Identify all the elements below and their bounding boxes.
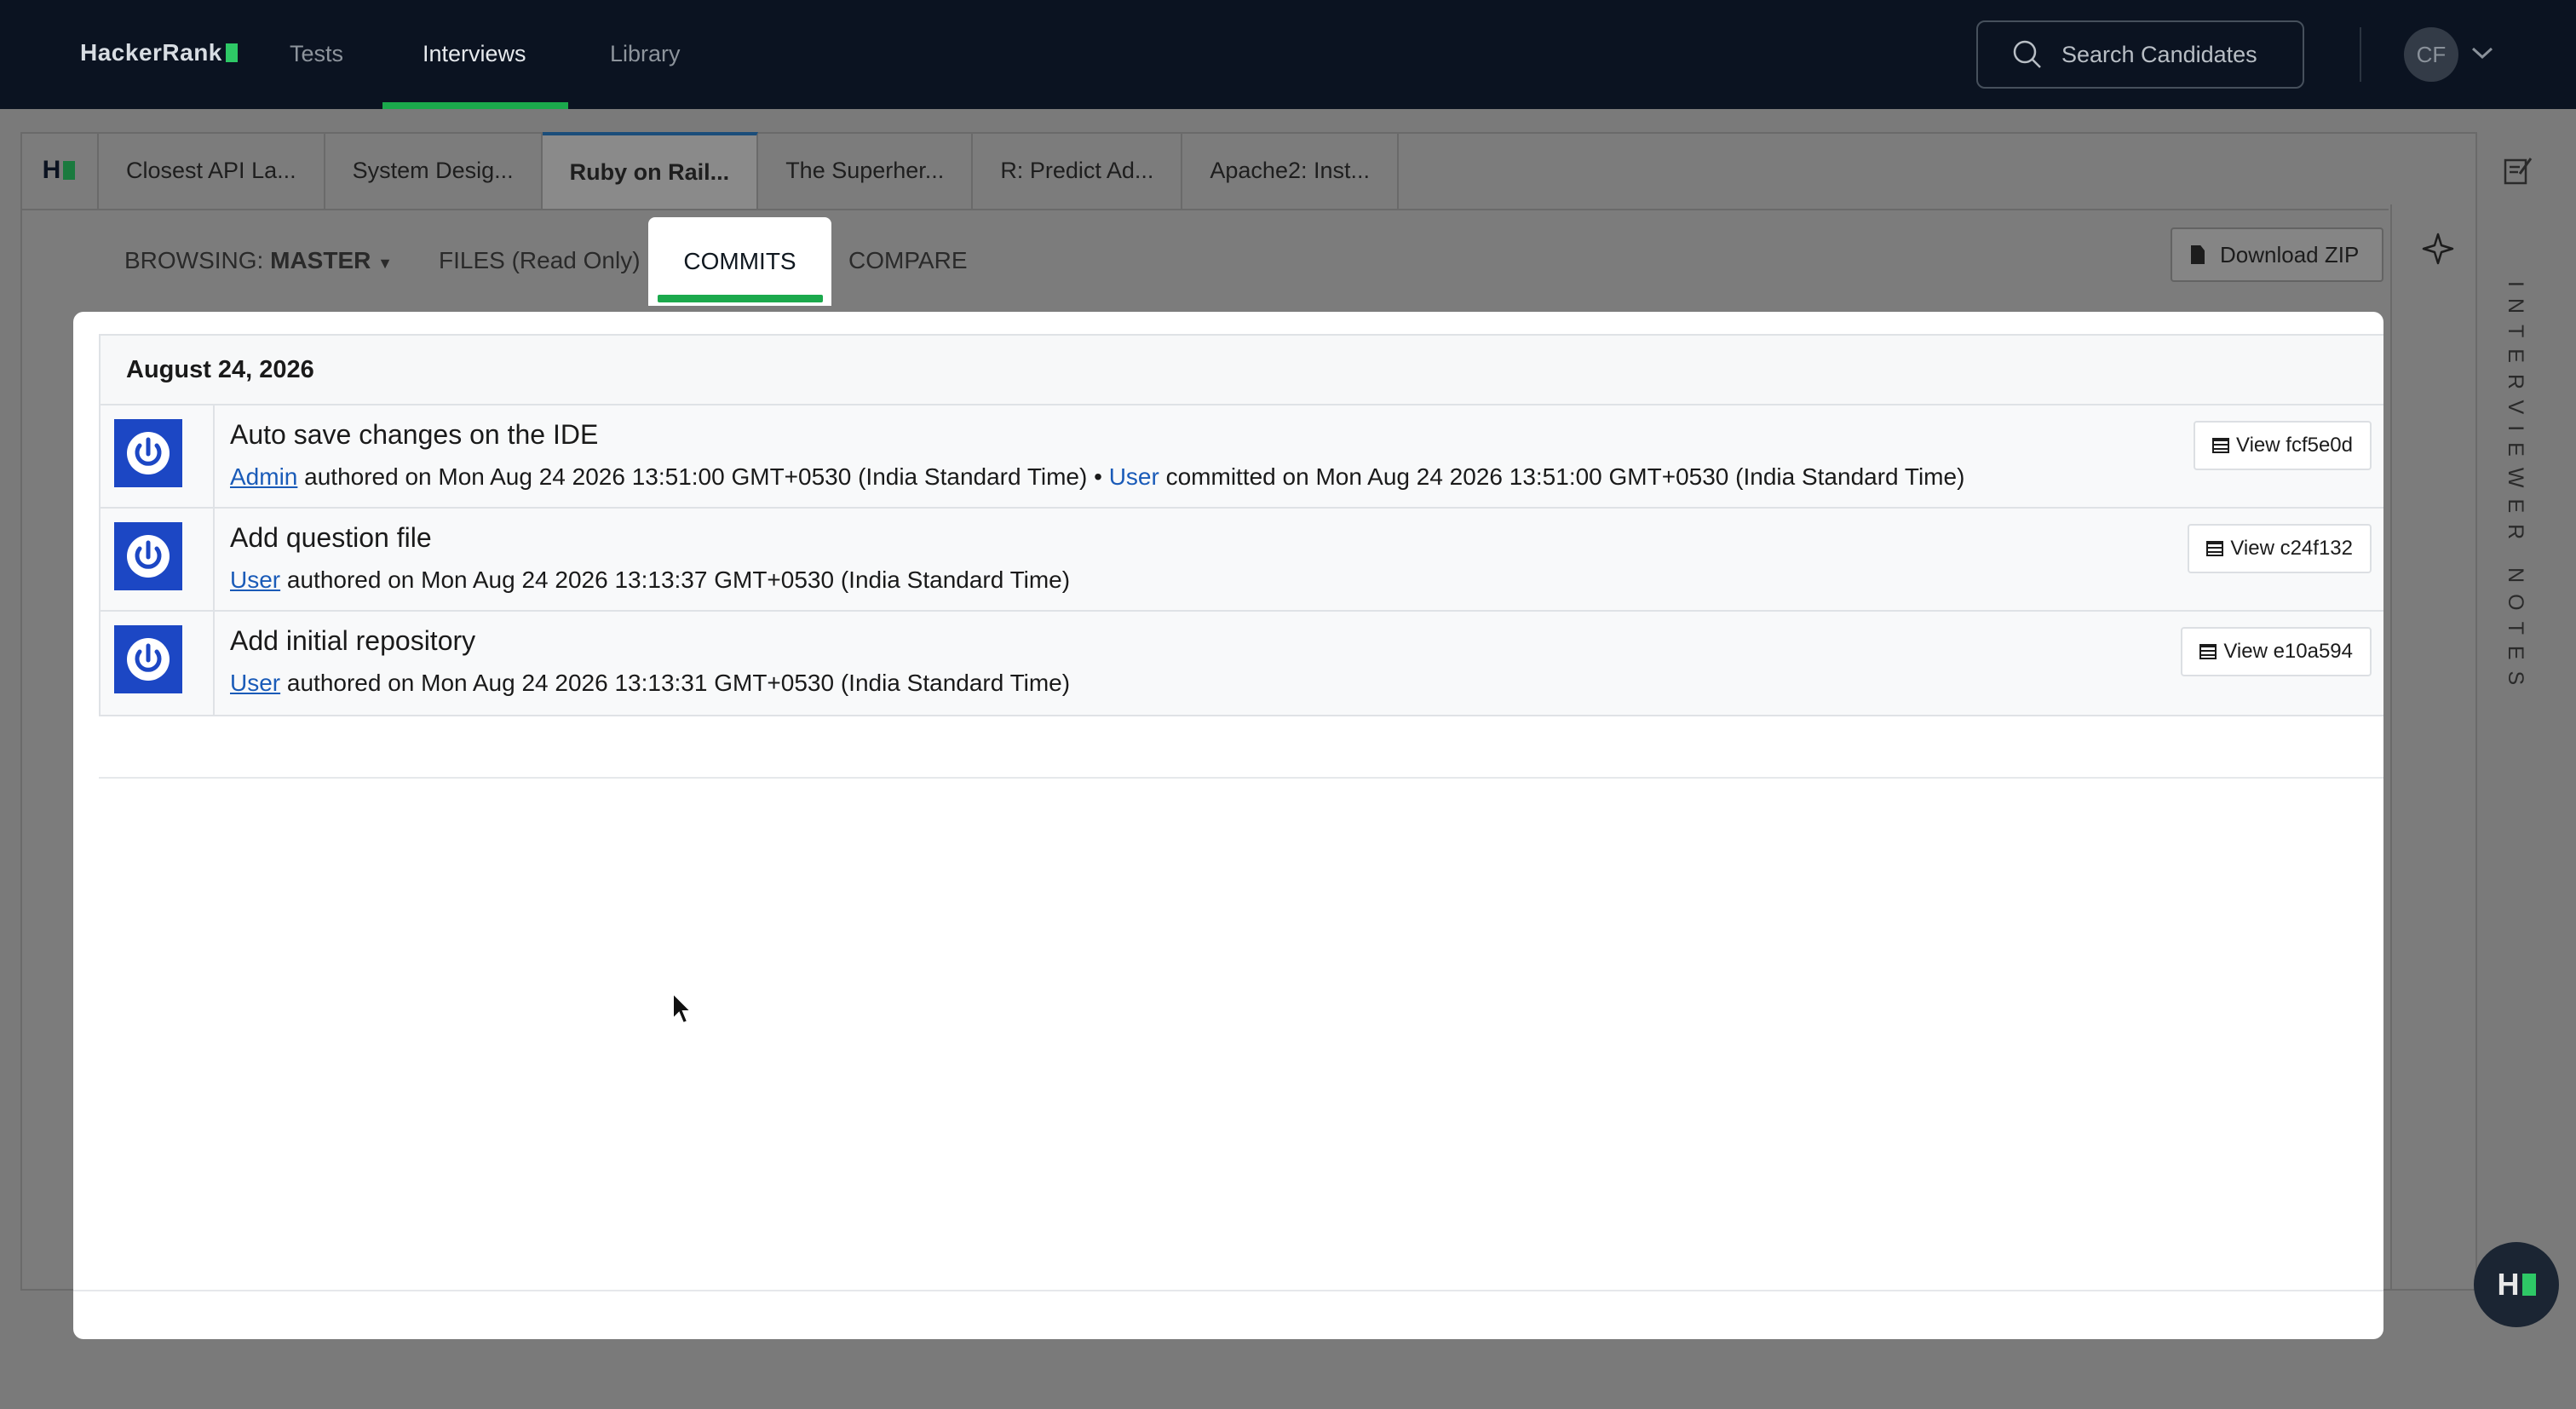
right-rail xyxy=(2390,204,2477,1291)
commit-meta: User authored on Mon Aug 24 2026 13:13:3… xyxy=(230,670,1070,697)
authored-text: authored on Mon Aug 24 2026 13:51:00 GMT… xyxy=(304,463,1102,490)
view-commit-label: View fcf5e0d xyxy=(2236,434,2353,457)
commits-list: August 24, 2026 Auto save changes on the… xyxy=(99,334,2383,716)
nav-library[interactable]: Library xyxy=(610,41,681,67)
commit-avatar xyxy=(114,625,182,693)
committed-text: committed on Mon Aug 24 2026 13:51:00 GM… xyxy=(1165,463,1965,490)
hackerrank-logo[interactable]: HackerRank xyxy=(80,39,238,66)
browsing-label: BROWSING: xyxy=(124,247,264,273)
commit-meta: User authored on Mon Aug 24 2026 13:13:3… xyxy=(230,566,1070,594)
chevron-down-icon[interactable] xyxy=(2470,44,2494,61)
active-nav-indicator xyxy=(382,102,568,109)
branch-name: MASTER xyxy=(270,247,371,273)
author-link[interactable]: User xyxy=(230,566,280,593)
file-icon xyxy=(2191,245,2205,264)
view-commit-button[interactable]: View e10a594 xyxy=(2181,627,2372,676)
question-tabs: H Closest API La... System Desig... Ruby… xyxy=(20,132,1400,209)
tab-question-1[interactable]: Closest API La... xyxy=(99,132,325,209)
branch-selector[interactable]: BROWSING: MASTER ▼ xyxy=(124,247,393,274)
download-zip-button[interactable]: Download ZIP xyxy=(2171,227,2383,282)
tabs-divider xyxy=(20,209,2389,210)
edit-notes-icon[interactable] xyxy=(2503,155,2533,186)
power-icon xyxy=(127,638,170,681)
commit-avatar xyxy=(114,419,182,487)
files-tab[interactable]: FILES (Read Only) xyxy=(439,247,641,274)
commit-meta: Admin authored on Mon Aug 24 2026 13:51:… xyxy=(230,463,1964,491)
tab-question-5[interactable]: R: Predict Ad... xyxy=(973,132,1183,209)
caret-down-icon: ▼ xyxy=(377,255,393,272)
commits-modal: August 24, 2026 Auto save changes on the… xyxy=(73,312,2383,1339)
authored-text: authored on Mon Aug 24 2026 13:13:37 GMT… xyxy=(286,566,1071,593)
search-label: Search Candidates xyxy=(2061,41,2257,67)
tab-question-3[interactable]: Ruby on Rail... xyxy=(542,132,759,209)
commit-message: Add question file xyxy=(230,522,432,553)
commit-row: Auto save changes on the IDE Admin autho… xyxy=(101,405,2383,509)
download-zip-label: Download ZIP xyxy=(2220,241,2360,267)
authored-text: authored on Mon Aug 24 2026 13:13:31 GMT… xyxy=(286,670,1071,696)
commit-avatar xyxy=(114,522,182,590)
nav-interviews[interactable]: Interviews xyxy=(423,41,526,67)
commit-message: Add initial repository xyxy=(230,625,476,656)
author-link[interactable]: Admin xyxy=(230,463,297,490)
hr-home-tab[interactable]: H xyxy=(20,132,99,209)
top-navigation: HackerRank Tests Interviews Library Sear… xyxy=(0,0,2576,109)
power-icon xyxy=(127,535,170,578)
commits-tab-indicator xyxy=(658,295,823,302)
tab-question-4[interactable]: The Superher... xyxy=(758,132,974,209)
search-icon xyxy=(2013,40,2041,68)
view-commit-label: View e10a594 xyxy=(2223,640,2353,663)
nav-tests[interactable]: Tests xyxy=(290,41,343,67)
ai-sparkle-icon[interactable] xyxy=(2421,232,2455,266)
avatar[interactable]: CF xyxy=(2404,27,2458,82)
search-candidates-button[interactable]: Search Candidates xyxy=(1976,20,2304,89)
power-icon xyxy=(127,432,170,474)
committer-name[interactable]: User xyxy=(1109,463,1159,490)
brand-mark xyxy=(225,43,238,62)
list-icon xyxy=(2199,644,2217,659)
commit-row: Add question file User authored on Mon A… xyxy=(101,509,2383,612)
commit-message: Auto save changes on the IDE xyxy=(230,419,599,450)
avatar-cell xyxy=(101,612,215,715)
brand-text: HackerRank xyxy=(80,39,222,66)
author-link[interactable]: User xyxy=(230,670,280,696)
tab-question-6[interactable]: Apache2: Inst... xyxy=(1182,132,1400,209)
view-commit-button[interactable]: View fcf5e0d xyxy=(2194,421,2372,470)
commit-row: Add initial repository User authored on … xyxy=(101,612,2383,715)
view-commit-button[interactable]: View c24f132 xyxy=(2188,524,2372,573)
hackerrank-assistant-button[interactable]: H xyxy=(2474,1242,2559,1327)
interviewer-notes-label[interactable]: INTERVIEWER NOTES xyxy=(2503,281,2527,696)
tab-question-2[interactable]: System Desig... xyxy=(325,132,543,209)
view-commit-label: View c24f132 xyxy=(2230,537,2353,560)
list-icon xyxy=(2206,541,2224,556)
modal-footer-divider xyxy=(73,1290,2383,1291)
commits-tab[interactable]: COMMITS xyxy=(648,217,831,306)
mouse-cursor-icon xyxy=(672,992,693,1025)
list-icon xyxy=(2212,438,2230,453)
nav-divider xyxy=(2360,27,2361,82)
avatar-cell xyxy=(101,405,215,507)
avatar-cell xyxy=(101,509,215,610)
list-divider xyxy=(99,777,2383,779)
compare-tab[interactable]: COMPARE xyxy=(848,247,968,274)
commit-date-header: August 24, 2026 xyxy=(101,336,2383,405)
